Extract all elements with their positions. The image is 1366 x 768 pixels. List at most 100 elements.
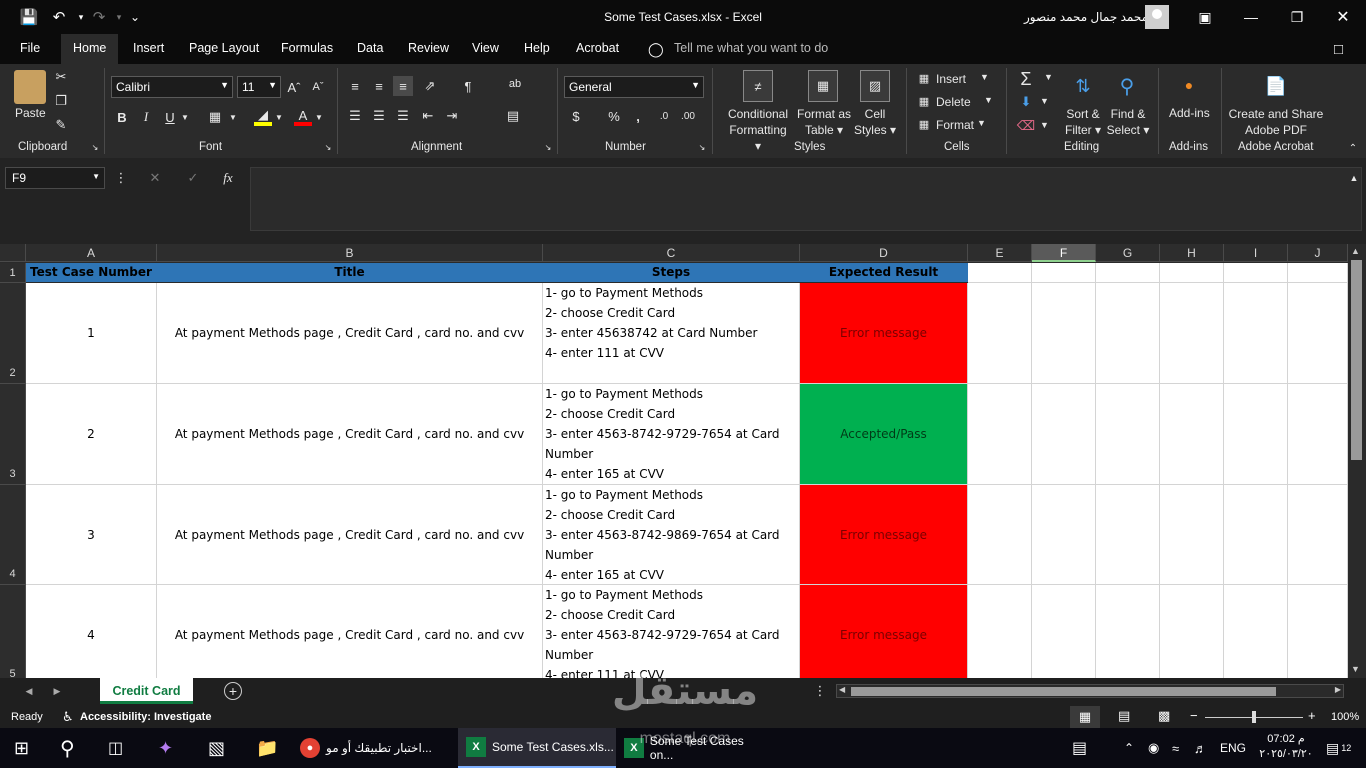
chevron-down-icon[interactable]: ▼ bbox=[1044, 72, 1053, 82]
empty-cell[interactable] bbox=[1288, 585, 1348, 678]
formula-input[interactable] bbox=[250, 167, 1362, 231]
tell-me-search[interactable]: Tell me what you want to do bbox=[674, 41, 828, 55]
empty-cell[interactable] bbox=[1160, 263, 1224, 283]
insert-cells-button[interactable]: Insert bbox=[936, 72, 966, 86]
empty-cell[interactable] bbox=[1032, 384, 1096, 485]
scroll-right-icon[interactable]: ▶ bbox=[1335, 685, 1341, 694]
empty-cell[interactable] bbox=[968, 585, 1032, 678]
format-as-table-icon[interactable]: ▦ bbox=[808, 70, 838, 102]
cancel-icon[interactable]: ✕ bbox=[146, 170, 164, 186]
align-bottom-icon[interactable]: ≡ bbox=[393, 76, 413, 96]
cell-styles-icon[interactable]: ▨ bbox=[860, 70, 890, 102]
add-ins-icon[interactable]: ● bbox=[1178, 74, 1200, 96]
column-header[interactable]: G bbox=[1096, 244, 1160, 262]
horizontal-scrollbar[interactable]: ◀ ▶ bbox=[836, 684, 1344, 698]
empty-cell[interactable] bbox=[1224, 485, 1288, 585]
vertical-scroll-thumb[interactable] bbox=[1351, 260, 1362, 460]
empty-cell[interactable] bbox=[968, 263, 1032, 283]
worksheet-grid[interactable]: A B C D E F G H I J 1 2 3 4 5 Test Case … bbox=[0, 244, 1366, 678]
empty-cell[interactable] bbox=[1032, 485, 1096, 585]
empty-cell[interactable] bbox=[1160, 485, 1224, 585]
test-case-number-cell[interactable]: 1 bbox=[26, 283, 157, 384]
decrease-font-icon[interactable]: Aˇ bbox=[309, 78, 327, 96]
customize-toolbar-icon[interactable]: ⌄ bbox=[124, 6, 146, 28]
chevron-down-icon[interactable]: ▼ bbox=[228, 110, 238, 124]
title-cell[interactable]: At payment Methods page , Credit Card , … bbox=[157, 585, 543, 678]
clock[interactable]: 07:02 م ٢٠٢٥/٠٣/٢٠ bbox=[1258, 732, 1314, 762]
search-icon[interactable]: ⚲ bbox=[60, 728, 75, 768]
tab-page-layout[interactable]: Page Layout bbox=[189, 41, 259, 55]
expected-result-cell[interactable]: Error message bbox=[800, 585, 968, 678]
cut-icon[interactable]: ✂ bbox=[52, 68, 70, 86]
tab-review[interactable]: Review bbox=[408, 41, 449, 55]
restore-icon[interactable]: ❐ bbox=[1285, 6, 1309, 28]
row-header[interactable]: 2 bbox=[0, 283, 26, 384]
column-header-selected[interactable]: F bbox=[1032, 244, 1096, 262]
decrease-decimal-icon[interactable]: .00 bbox=[678, 106, 698, 126]
underline-button[interactable]: U bbox=[162, 108, 178, 126]
format-cells-button[interactable]: Format bbox=[936, 118, 974, 132]
user-name[interactable]: محمد جمال محمد منصور bbox=[1024, 10, 1148, 24]
tab-acrobat[interactable]: Acrobat bbox=[576, 41, 619, 55]
increase-indent-icon[interactable]: ⇥ bbox=[442, 106, 462, 126]
steps-cell[interactable]: 1- go to Payment Methods 2- choose Credi… bbox=[543, 585, 800, 678]
steps-cell[interactable]: 1- go to Payment Methods 2- choose Credi… bbox=[543, 384, 800, 485]
save-icon[interactable]: 💾 bbox=[18, 6, 40, 28]
alignment-launcher-icon[interactable]: ↘ bbox=[543, 142, 553, 152]
empty-cell[interactable] bbox=[968, 283, 1032, 384]
find-select-icon[interactable]: ⚲ bbox=[1112, 70, 1142, 102]
enter-icon[interactable]: ✓ bbox=[184, 170, 202, 186]
close-icon[interactable]: ✕ bbox=[1331, 6, 1355, 28]
volume-icon[interactable]: ♬ bbox=[1194, 728, 1207, 768]
title-cell[interactable]: At payment Methods page , Credit Card , … bbox=[157, 485, 543, 585]
task-view-icon[interactable]: ◫ bbox=[108, 728, 123, 768]
align-top-icon[interactable]: ≡ bbox=[345, 76, 365, 96]
tab-home[interactable]: Home bbox=[61, 34, 119, 64]
font-color-icon[interactable]: A bbox=[294, 108, 312, 126]
column-header[interactable]: B bbox=[157, 244, 543, 262]
empty-cell[interactable] bbox=[1096, 263, 1160, 283]
comma-style-button[interactable]: , bbox=[628, 106, 648, 126]
column-header[interactable]: H bbox=[1160, 244, 1224, 262]
chevron-down-icon[interactable]: ▼ bbox=[1040, 96, 1049, 106]
empty-cell[interactable] bbox=[1288, 283, 1348, 384]
tab-insert[interactable]: Insert bbox=[133, 41, 164, 55]
chevron-down-icon[interactable]: ▼ bbox=[1040, 120, 1049, 130]
header-cell[interactable]: Steps bbox=[543, 263, 800, 282]
paste-icon[interactable] bbox=[14, 70, 46, 104]
taskbar-excel-online[interactable]: X Some Test Cases on... bbox=[620, 728, 770, 768]
empty-cell[interactable] bbox=[1224, 283, 1288, 384]
empty-cell[interactable] bbox=[968, 485, 1032, 585]
align-center-icon[interactable]: ☰ bbox=[369, 106, 389, 126]
percent-style-button[interactable]: % bbox=[604, 106, 624, 126]
header-cell[interactable]: Test Case Number bbox=[26, 263, 157, 282]
zoom-in-icon[interactable]: + bbox=[1308, 708, 1316, 723]
empty-cell[interactable] bbox=[1224, 384, 1288, 485]
ribbon-display-options-icon[interactable]: ▣ bbox=[1193, 6, 1217, 28]
avatar[interactable] bbox=[1145, 5, 1169, 29]
tab-file[interactable]: File bbox=[20, 41, 40, 55]
comments-icon[interactable]: □ bbox=[1334, 41, 1343, 58]
conditional-formatting-button[interactable]: Conditional Formatting ▾ bbox=[726, 106, 790, 154]
orientation-icon[interactable]: ⇗ bbox=[420, 76, 440, 96]
empty-cell[interactable] bbox=[1288, 485, 1348, 585]
scroll-down-icon[interactable]: ▼ bbox=[1351, 664, 1360, 674]
column-header[interactable]: A bbox=[26, 244, 157, 262]
empty-cell[interactable] bbox=[1032, 585, 1096, 678]
accessibility-status[interactable]: Accessibility: Investigate bbox=[80, 711, 211, 723]
add-sheet-icon[interactable]: + bbox=[224, 682, 242, 700]
delete-cells-button[interactable]: Delete bbox=[936, 95, 971, 109]
align-left-icon[interactable]: ☰ bbox=[345, 106, 365, 126]
fill-color-icon[interactable]: ◢ bbox=[254, 107, 272, 126]
expected-result-cell[interactable]: Accepted/Pass bbox=[800, 384, 968, 485]
empty-cell[interactable] bbox=[1160, 384, 1224, 485]
header-cell[interactable]: Expected Result bbox=[800, 263, 968, 282]
sort-filter-icon[interactable]: ⇅ bbox=[1068, 70, 1098, 102]
add-ins-button[interactable]: Add-ins bbox=[1169, 106, 1210, 120]
merge-center-icon[interactable]: ▤ bbox=[503, 106, 523, 126]
file-explorer-icon[interactable]: 📁 bbox=[256, 728, 278, 768]
notifications[interactable]: ▤ 12 bbox=[1326, 728, 1351, 768]
empty-cell[interactable] bbox=[1096, 485, 1160, 585]
paste-button[interactable]: Paste bbox=[15, 106, 46, 120]
column-header[interactable]: J bbox=[1288, 244, 1348, 262]
